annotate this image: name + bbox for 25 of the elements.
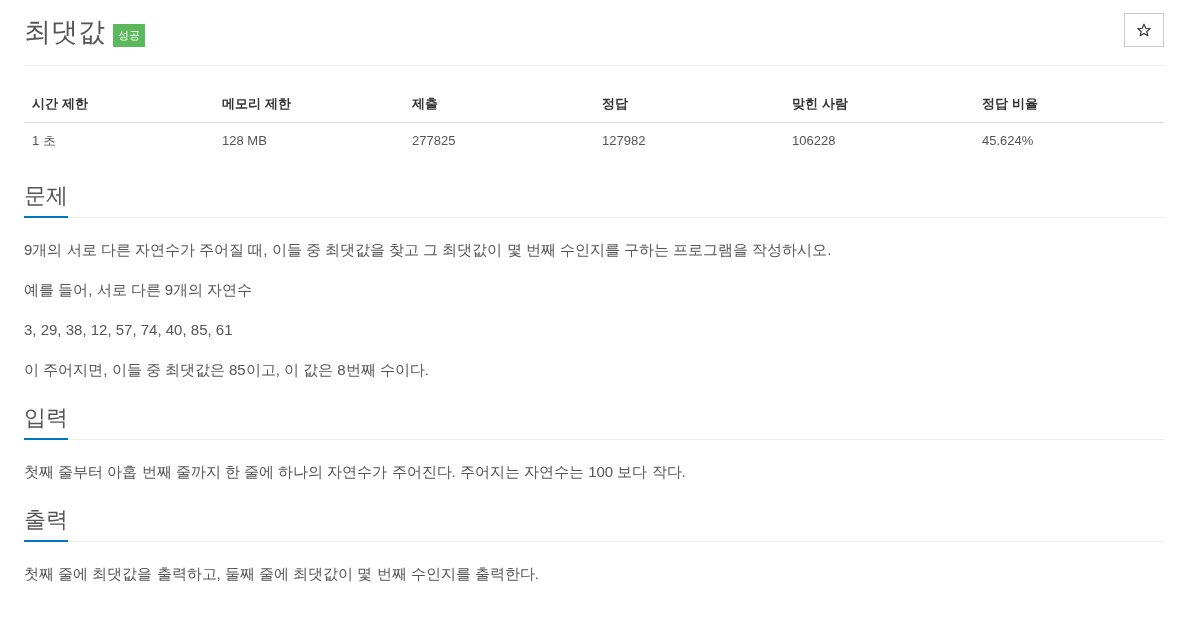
star-icon	[1137, 22, 1151, 37]
column-header: 제출	[404, 86, 594, 122]
paragraph: 9개의 서로 다른 자연수가 주어질 때, 이들 중 최댓값을 찾고 그 최댓값이 몇 번째 수인지를 구하는 프로그램을 작성하시오.	[24, 240, 833, 260]
column-header: 맞힌 사람	[784, 86, 974, 122]
table-cell: 127982	[594, 122, 784, 158]
column-header: 시간 제한	[24, 86, 214, 122]
paragraph: 3, 29, 38, 12, 57, 74, 40, 85, 61	[24, 320, 234, 340]
column-header: 정답	[594, 86, 784, 122]
table-cell: 45.624%	[974, 122, 1164, 158]
paragraph: 예를 들어, 서로 다른 9개의 자연수	[24, 280, 254, 300]
column-header: 정답 비율	[974, 86, 1164, 122]
table-cell: 1 초	[24, 122, 214, 158]
section-heading: 문제	[24, 182, 68, 218]
problem-title: 최댓값	[24, 19, 105, 46]
paragraph: 첫째 줄부터 아홉 번째 줄까지 한 줄에 하나의 자연수가 주어진다. 주어지는 자연수는 100 보다 작다.	[24, 462, 687, 482]
table-cell: 277825	[404, 122, 594, 158]
table-cell: 106228	[784, 122, 974, 158]
section-heading: 입력	[24, 404, 68, 440]
section-heading: 출력	[24, 506, 68, 542]
table-cell: 128 MB	[214, 122, 404, 158]
result-badge: 성공	[113, 24, 145, 47]
column-header: 메모리 제한	[214, 86, 404, 122]
paragraph: 이 주어지면, 이들 중 최댓값은 85이고, 이 값은 8번째 수이다.	[24, 360, 431, 380]
paragraph: 첫째 줄에 최댓값을 출력하고, 둘째 줄에 최댓값이 몇 번째 수인지를 출력한다.	[24, 564, 540, 584]
favorite-button[interactable]	[1124, 12, 1164, 47]
